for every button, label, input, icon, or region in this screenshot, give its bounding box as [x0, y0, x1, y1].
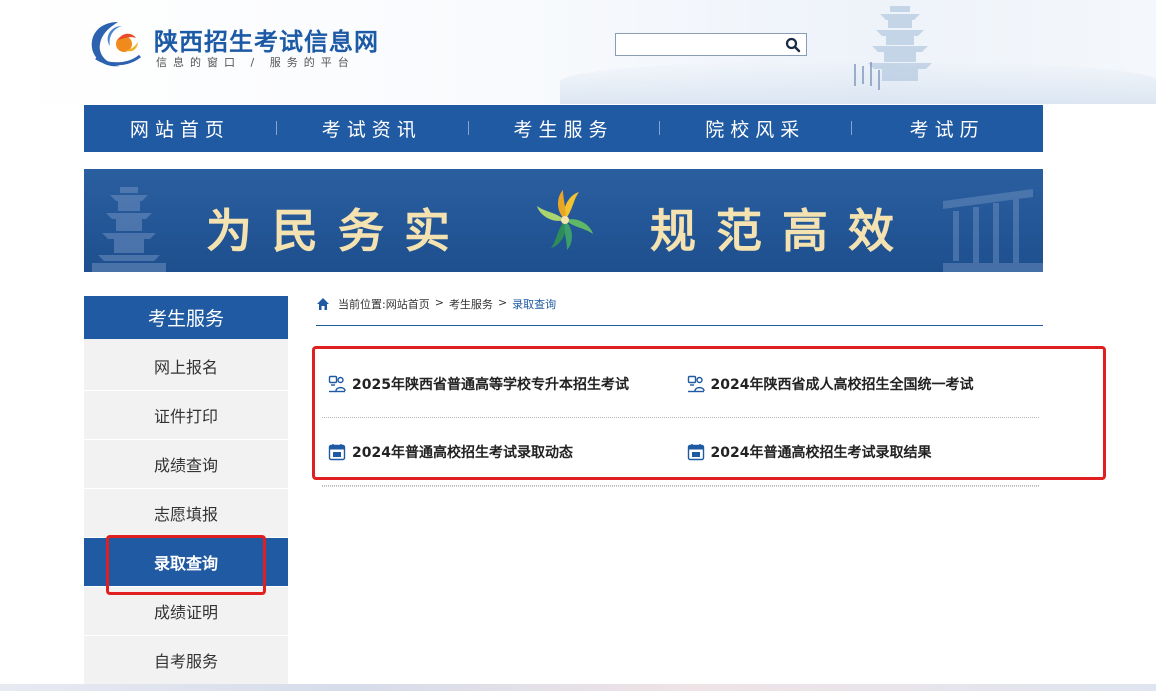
sidebar-item-online-registration[interactable]: 网上报名: [84, 342, 288, 391]
home-icon: [317, 298, 329, 310]
site-title: 陕西招生考试信息网: [154, 27, 379, 56]
breadcrumb-prefix: 当前位置:: [338, 298, 386, 311]
sidebar-item-admission-query[interactable]: 录取查询: [84, 538, 288, 587]
exam-person-icon: [328, 375, 346, 392]
sidebar-title: 考生服务: [84, 296, 288, 342]
nav-item-home[interactable]: 网站首页: [84, 115, 276, 142]
bottom-strip: [0, 684, 1156, 691]
calendar-icon: [328, 443, 346, 460]
breadcrumb-current: 录取查询: [512, 298, 557, 311]
link-label: 2024年陕西省成人高校招生全国统一考试: [710, 376, 974, 393]
query-links-list: 2025年陕西省普通高等学校专升本招生考试 2024年陕西省成人高校招生全国统一…: [322, 350, 1039, 486]
link-row: 2025年陕西省普通高等学校专升本招生考试 2024年陕西省成人高校招生全国统一…: [322, 350, 1039, 418]
site-logo-icon[interactable]: [88, 18, 146, 70]
pinwheel-emblem-icon: [537, 190, 593, 250]
search-box: [615, 33, 807, 56]
nav-item-exam-calendar[interactable]: 考试历: [851, 115, 1043, 142]
breadcrumb-link-home[interactable]: 网站首页: [386, 296, 430, 312]
banner-slogan-right: 规范高效: [650, 204, 914, 258]
nav-item-exam-news[interactable]: 考试资讯: [275, 115, 468, 142]
breadcrumb: 当前位置: 网站首页 > 考生服务 > 录取查询: [316, 296, 1043, 326]
exam-person-icon: [687, 375, 705, 392]
sidebar: 考生服务 网上报名 证件打印 成绩查询 志愿填报 录取查询 成绩证明 自考服务: [84, 296, 288, 691]
link-label: 2024年普通高校招生考试录取结果: [710, 444, 932, 461]
nav-item-student-services[interactable]: 考生服务: [467, 115, 660, 142]
breadcrumb-separator: >: [497, 296, 508, 309]
breadcrumb-separator: >: [434, 296, 444, 309]
sidebar-item-self-study-services[interactable]: 自考服务: [84, 636, 288, 685]
link-2024-admission-news[interactable]: 2024年普通高校招生考试录取动态: [322, 442, 681, 462]
sidebar-item-application-filling[interactable]: 志愿填报: [84, 489, 288, 538]
sidebar-item-certificate-print[interactable]: 证件打印: [84, 391, 288, 440]
link-2025-upgrade-exam[interactable]: 2025年陕西省普通高等学校专升本招生考试: [322, 374, 681, 394]
main-navigation: 网站首页 考试资讯 考生服务 院校风采 考试历: [84, 105, 1043, 152]
link-label: 2025年陕西省普通高等学校专升本招生考试: [352, 376, 629, 393]
sidebar-item-score-query[interactable]: 成绩查询: [84, 440, 288, 489]
gate-building-icon: [943, 189, 1043, 272]
link-2024-adult-exam[interactable]: 2024年陕西省成人高校招生全国统一考试: [681, 374, 1040, 394]
pagoda-decoration-icon: [854, 6, 932, 90]
search-input[interactable]: [616, 34, 781, 56]
site-slogan: 信息的窗口 / 服务的平台: [156, 56, 355, 69]
pagoda-banner-icon: [92, 187, 166, 272]
nav-item-colleges[interactable]: 院校风采: [659, 115, 851, 142]
site-header: 陕西招生考试信息网 信息的窗口 / 服务的平台: [0, 0, 1156, 104]
link-label: 2024年普通高校招生考试录取动态: [352, 444, 573, 461]
content-divider: [322, 486, 1039, 487]
hero-banner: 为民务实 规范高效: [84, 169, 1043, 272]
calendar-icon: [687, 443, 704, 460]
breadcrumb-link-student-services[interactable]: 考生服务: [449, 296, 493, 312]
link-2024-admission-results[interactable]: 2024年普通高校招生考试录取结果: [681, 442, 1040, 462]
sidebar-item-score-certificate[interactable]: 成绩证明: [84, 587, 288, 636]
link-row: 2024年普通高校招生考试录取动态 2024年普通高校招生考试录取结果: [322, 418, 1039, 486]
search-icon[interactable]: [784, 36, 802, 54]
banner-slogan-left: 为民务实: [206, 204, 470, 258]
